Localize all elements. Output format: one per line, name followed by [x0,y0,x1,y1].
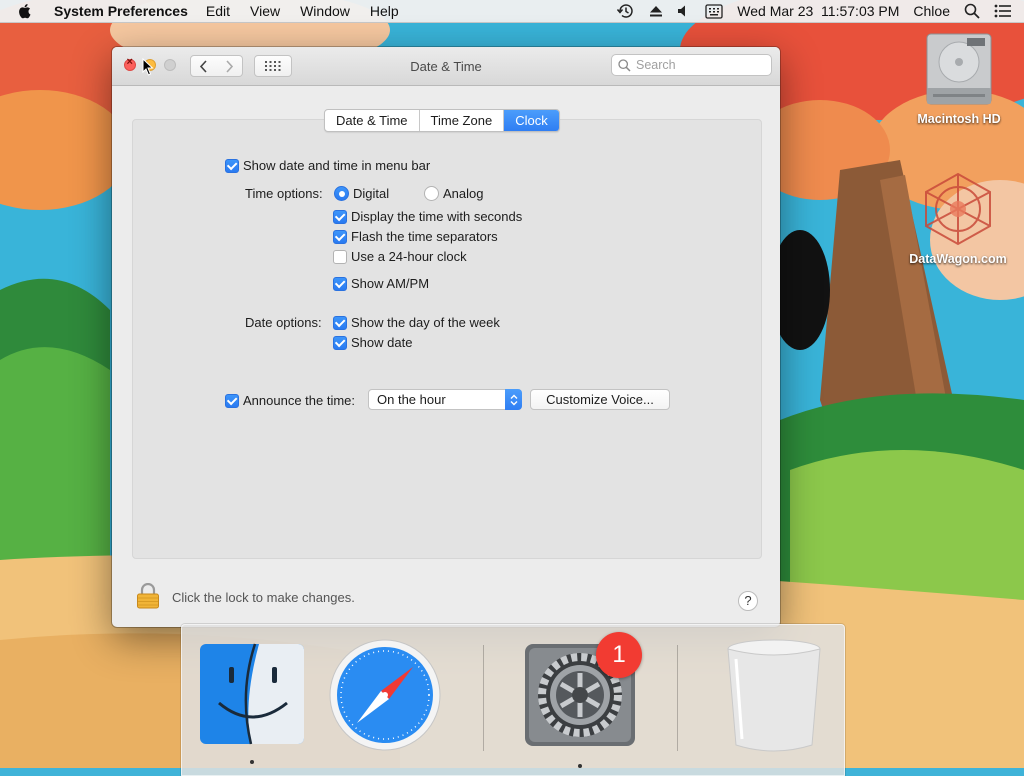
flash-separators-label: Flash the time separators [351,229,498,244]
tab-clock[interactable]: Clock [504,110,559,131]
show-ampm-row: Show AM/PM [333,276,429,291]
notification-badge: 1 [596,632,642,678]
digital-option: Digital [334,186,389,201]
hard-drive-icon [921,30,997,108]
show-day-of-week-label: Show the day of the week [351,315,500,330]
show-in-menu-bar-label: Show date and time in menu bar [243,158,431,173]
dock-separator [483,645,484,751]
show-date-row: Show date [333,335,412,350]
status-area: Wed Mar 23 11:57:03 PM Chloe [603,0,1012,22]
settings-pane [132,119,762,559]
show-date-label: Show date [351,335,413,350]
time-options-label: Time options: [245,186,323,201]
announce-interval-select[interactable]: On the hour [368,389,522,410]
show-date-checkbox[interactable] [333,335,347,350]
show-ampm-checkbox[interactable] [333,276,347,291]
flash-separators-checkbox[interactable] [333,229,347,244]
menu-view[interactable]: View [250,3,280,19]
search-input[interactable]: Search [611,54,772,76]
tab-bar: Date & Time Time Zone Clock [324,109,560,132]
customize-voice-button[interactable]: Customize Voice... [530,389,670,410]
trash-icon [727,639,821,752]
dock: 1 [181,624,845,776]
tab-time-zone[interactable]: Time Zone [420,110,505,131]
desktop-icon-label: Macintosh HD [917,112,1001,126]
date-options-label: Date options: [245,315,322,330]
menu-bar: System Preferences Edit View Window Help… [0,0,1024,23]
lock-hint-text: Click the lock to make changes. [172,590,355,605]
flash-separators-row: Flash the time separators [333,229,498,244]
use-24-hour-label: Use a 24-hour clock [351,249,467,264]
help-button[interactable]: ? [738,591,758,611]
search-placeholder: Search [636,58,676,72]
running-indicator [250,760,254,764]
mouse-pointer-icon [142,57,154,79]
use-24-hour-checkbox[interactable] [333,249,347,264]
date-time-preferences-window: Date & Time Search Date & Time Time Zone… [112,47,780,627]
show-in-menu-bar-row: Show date and time in menu bar [225,158,430,173]
app-name-menu[interactable]: System Preferences [54,3,188,19]
desktop-icon-macintosh-hd[interactable]: Macintosh HD [904,30,1014,126]
lock-icon[interactable] [136,582,160,612]
title-bar[interactable]: Date & Time Search [112,47,780,86]
analog-option: Analog [424,186,483,201]
spotlight-search-icon[interactable] [964,3,980,19]
menubar-user[interactable]: Chloe [913,3,950,19]
menu-help[interactable]: Help [370,3,399,19]
display-seconds-row: Display the time with seconds [333,209,522,224]
show-in-menu-bar-checkbox[interactable] [225,158,239,173]
announce-time-label: Announce the time: [243,393,356,408]
desktop-icon-label: DataWagon.com [909,252,1007,266]
finder-icon [200,643,304,745]
search-icon [618,58,631,72]
dock-item-trash[interactable] [726,639,822,756]
show-day-of-week-row: Show the day of the week [333,315,500,330]
announce-time-checkbox[interactable] [225,393,239,408]
use-24-hour-row: Use a 24-hour clock [333,249,467,264]
show-day-of-week-checkbox[interactable] [333,315,347,330]
display-seconds-label: Display the time with seconds [351,209,523,224]
lock-area: Click the lock to make changes. [136,582,355,612]
dock-item-finder[interactable] [199,643,305,764]
running-indicator [578,764,582,768]
desktop-icon-datawagon[interactable]: DataWagon.com [903,168,1013,266]
show-ampm-label: Show AM/PM [351,276,430,291]
apple-menu-icon[interactable] [18,2,36,20]
time-machine-icon[interactable] [617,3,635,19]
analog-radio[interactable] [424,186,439,201]
digital-radio[interactable] [334,186,349,201]
dock-separator [677,645,678,751]
updown-chevron-icon [505,389,522,410]
dock-item-safari[interactable] [329,639,441,754]
keyboard-viewer-icon[interactable] [705,3,723,19]
announce-interval-value: On the hour [377,392,446,407]
announce-time-row: Announce the time: [225,393,355,408]
display-seconds-checkbox[interactable] [333,209,347,224]
digital-label: Digital [353,186,390,201]
tab-date-time[interactable]: Date & Time [325,110,420,131]
menu-window[interactable]: Window [300,3,350,19]
menu-edit[interactable]: Edit [206,3,230,19]
dock-item-system-preferences[interactable]: 1 [524,632,642,768]
datawagon-icon [918,168,998,248]
notification-center-icon[interactable] [994,4,1012,18]
eject-icon[interactable] [649,4,663,18]
volume-icon[interactable] [677,4,691,18]
analog-label: Analog [443,186,484,201]
menubar-clock[interactable]: Wed Mar 23 11:57:03 PM [737,3,899,19]
safari-icon [329,639,441,751]
